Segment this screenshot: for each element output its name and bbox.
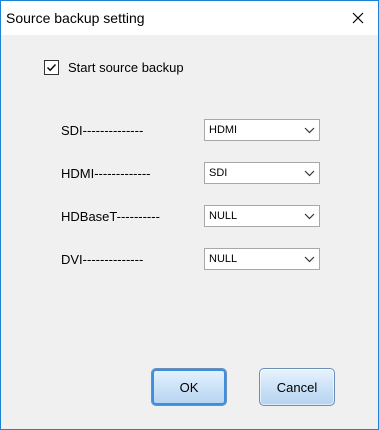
select-sdi-backup[interactable]: HDMI: [204, 119, 320, 141]
select-value: NULL: [209, 253, 238, 265]
title-bar: Source backup setting: [1, 1, 378, 35]
close-icon: [352, 12, 364, 24]
cancel-button[interactable]: Cancel: [259, 368, 335, 406]
select-value: HDMI: [209, 124, 238, 136]
dialog-window: Source backup setting Start source backu…: [0, 0, 379, 430]
chevron-down-icon: [304, 127, 315, 134]
ok-button[interactable]: OK: [151, 368, 227, 406]
start-source-backup-option[interactable]: Start source backup: [44, 60, 184, 75]
select-dvi-backup[interactable]: NULL: [204, 248, 320, 270]
chevron-down-icon: [304, 170, 315, 177]
row-label-sdi: SDI--------------: [61, 123, 144, 138]
row-label-dvi: DVI--------------: [61, 252, 144, 267]
start-source-backup-checkbox[interactable]: [44, 60, 59, 75]
select-value: NULL: [209, 210, 238, 222]
start-source-backup-label: Start source backup: [68, 60, 184, 75]
select-hdmi-backup[interactable]: SDI: [204, 162, 320, 184]
chevron-down-icon: [304, 256, 315, 263]
window-title: Source backup setting: [6, 10, 145, 26]
select-hdbaset-backup[interactable]: NULL: [204, 205, 320, 227]
row-label-hdmi: HDMI-------------: [61, 166, 151, 181]
checkmark-icon: [47, 64, 57, 72]
close-button[interactable]: [338, 1, 378, 35]
row-label-hdbaset: HDBaseT----------: [61, 209, 160, 224]
select-value: SDI: [209, 167, 228, 179]
chevron-down-icon: [304, 213, 315, 220]
